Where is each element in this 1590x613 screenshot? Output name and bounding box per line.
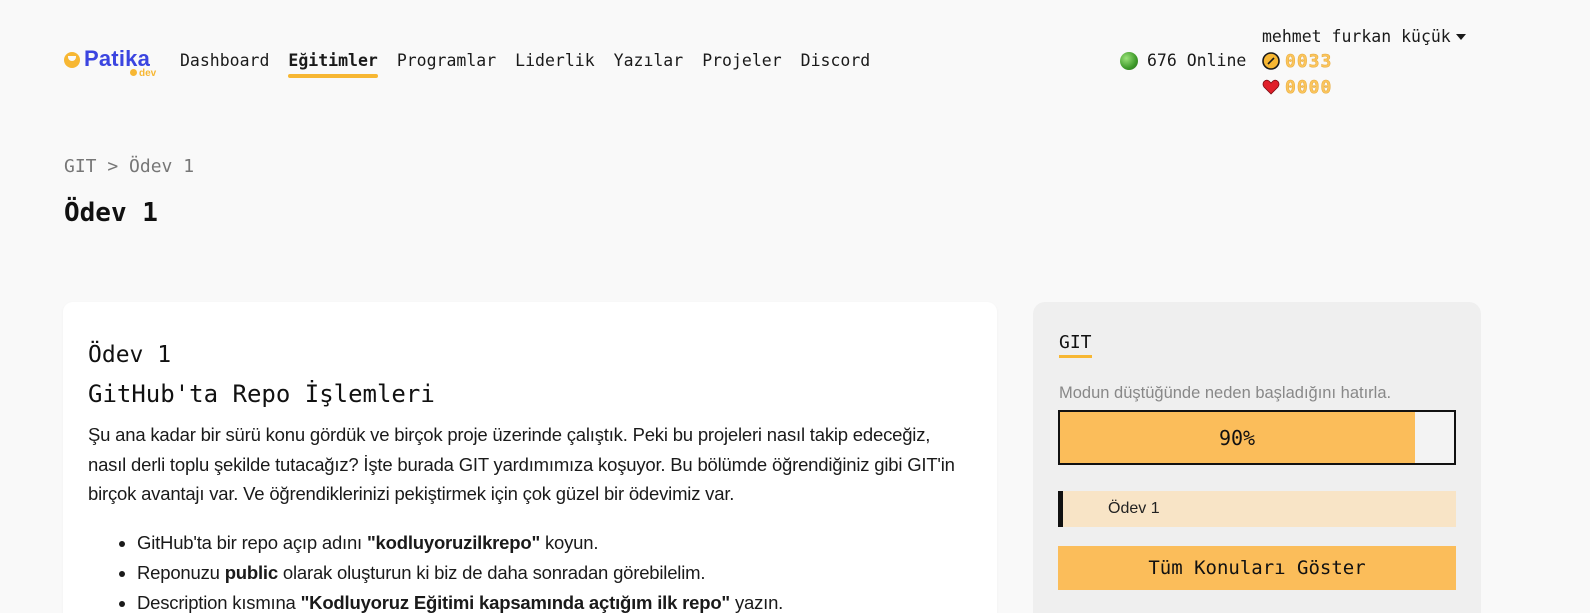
nav-yazilar[interactable]: Yazılar [614, 51, 684, 70]
patika-logo[interactable]: Patika dev [64, 46, 164, 82]
progress-label: 90% [1218, 425, 1256, 450]
user-panel: mehmet furkan küçük 0033 0000 [1262, 27, 1466, 98]
heart-stat: 0000 [1262, 76, 1466, 98]
user-name: mehmet furkan küçük [1262, 27, 1451, 46]
online-status: 676 Online [1120, 51, 1246, 70]
heart-icon [1262, 79, 1280, 95]
content-card: Ödev 1 GitHub'ta Repo İşlemleri Şu ana k… [63, 302, 997, 613]
course-title: GIT [1059, 332, 1092, 358]
main-nav: Dashboard Eğitimler Programlar Liderlik … [180, 51, 889, 78]
coin-stat: 0033 [1262, 50, 1466, 72]
content-subheading: GitHub'ta Repo İşlemleri [88, 380, 435, 408]
nav-liderlik[interactable]: Liderlik [515, 51, 594, 70]
nav-discord[interactable]: Discord [801, 51, 871, 70]
heart-count: 0000 [1285, 76, 1333, 98]
green-dot-icon [1120, 51, 1138, 70]
task-list: GitHub'ta bir repo açıp adını "kodluyoru… [137, 528, 977, 613]
content-paragraph: Şu ana kadar bir sürü konu gördük ve bir… [88, 424, 955, 504]
coin-icon [1262, 52, 1280, 70]
show-all-topics-button[interactable]: Tüm Konuları Göster [1058, 546, 1456, 590]
logo-mark-icon [64, 52, 80, 68]
nav-dashboard[interactable]: Dashboard [180, 51, 269, 70]
motivation-text: Modun düştüğünde neden başladığını hatır… [1059, 384, 1392, 402]
list-item: Description kısmına "Kodluyoruz Eğitimi … [137, 588, 977, 613]
breadcrumb[interactable]: GIT > Ödev 1 [64, 156, 194, 177]
list-item: Reponuzu public olarak oluşturun ki biz … [137, 558, 977, 588]
online-count: 676 Online [1147, 51, 1247, 70]
nav-projeler[interactable]: Projeler [702, 51, 781, 70]
content-heading: Ödev 1 [88, 342, 172, 368]
page-title: Ödev 1 [64, 198, 158, 228]
progress-bar: 90% [1058, 410, 1456, 465]
course-sidebar: GIT Modun düştüğünde neden başladığını h… [1033, 302, 1481, 613]
nav-programlar[interactable]: Programlar [397, 51, 496, 70]
user-menu-toggle[interactable]: mehmet furkan küçük [1262, 27, 1466, 46]
nav-egitimler[interactable]: Eğitimler [288, 51, 379, 78]
coin-count: 0033 [1285, 50, 1333, 72]
caret-down-icon [1455, 33, 1466, 40]
logo-subtext: dev [130, 68, 156, 79]
lesson-item-odev-1[interactable]: Ödev 1 [1058, 491, 1456, 527]
list-item: GitHub'ta bir repo açıp adını "kodluyoru… [137, 528, 977, 558]
